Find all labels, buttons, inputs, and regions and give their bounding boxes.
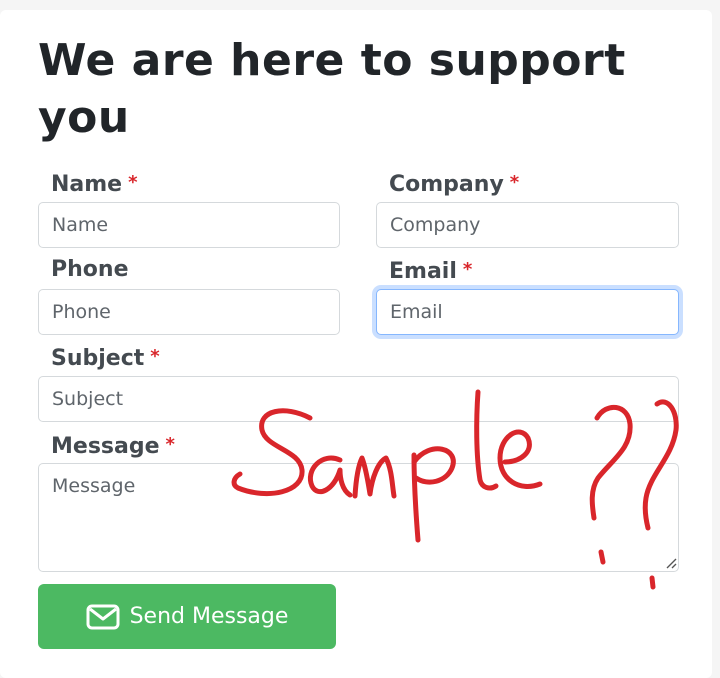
company-label: Company * <box>389 169 519 199</box>
phone-input[interactable] <box>38 289 340 335</box>
send-message-label: Send Message <box>129 604 289 629</box>
name-label: Name * <box>51 169 138 199</box>
required-mark: * <box>128 172 138 193</box>
page-title: We are here to support you <box>38 35 626 143</box>
message-textarea[interactable] <box>38 463 679 572</box>
name-input[interactable] <box>38 202 340 248</box>
company-input[interactable] <box>376 202 679 248</box>
envelope-icon <box>86 604 120 629</box>
subject-input[interactable] <box>38 376 679 422</box>
message-label: Message * <box>51 431 175 461</box>
required-mark: * <box>509 172 520 193</box>
email-input[interactable] <box>376 289 679 335</box>
required-mark: * <box>462 259 473 280</box>
phone-label: Phone <box>51 256 128 284</box>
required-mark: * <box>150 346 160 367</box>
subject-label: Subject * <box>51 343 160 373</box>
phone-label-text: Phone <box>51 257 129 282</box>
send-message-button[interactable]: Send Message <box>38 584 336 649</box>
email-label-text: Email <box>389 259 457 284</box>
name-label-text: Name <box>51 172 123 197</box>
subject-label-text: Subject <box>51 346 145 371</box>
resize-grip-icon[interactable] <box>665 557 677 569</box>
required-mark: * <box>165 434 175 455</box>
email-label: Email * <box>389 256 472 286</box>
company-label-text: Company <box>389 172 504 197</box>
message-label-text: Message <box>51 434 160 459</box>
